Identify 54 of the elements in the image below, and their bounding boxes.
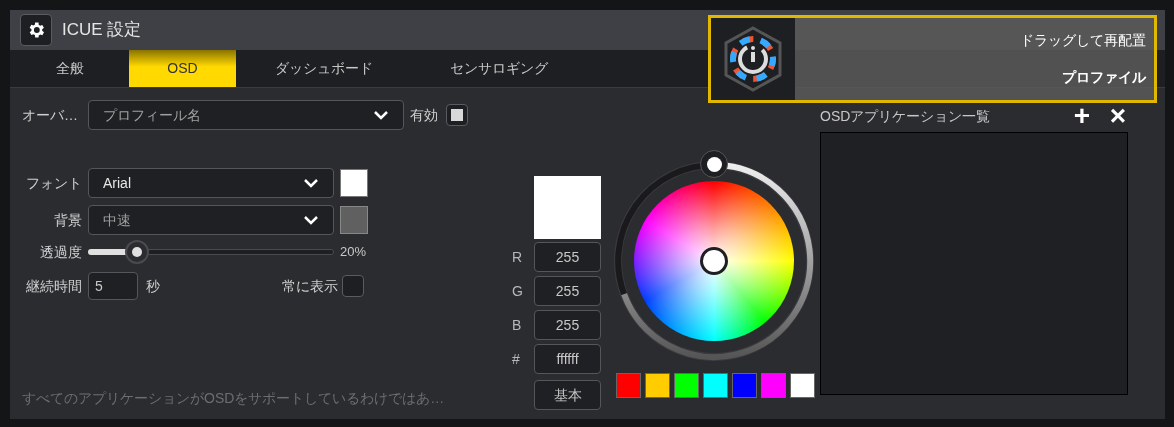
chevron-down-icon [373,110,389,120]
background-dropdown[interactable]: 中速 [88,205,334,235]
enabled-checkbox[interactable] [446,104,468,126]
field-label: 継続時間 [25,276,83,296]
color-value-input[interactable]: 255 [534,310,601,340]
channel-label: G [512,281,524,301]
channel-label: B [512,315,523,335]
brightness-thumb[interactable] [700,150,728,178]
color-swatch[interactable] [789,373,815,398]
unit-label: 秒 [146,276,160,296]
color-preview [534,176,601,239]
color-swatch[interactable] [731,373,757,398]
color-value-input[interactable]: 255 [534,276,601,306]
duration-input[interactable]: 5 [88,272,138,300]
color-swatch[interactable] [644,373,670,398]
tab[interactable]: センサロギング [411,50,586,87]
color-swatch[interactable] [673,373,699,398]
chevron-down-icon [303,215,319,225]
opacity-slider[interactable] [88,240,334,264]
profile-dropdown[interactable]: プロフィール名 [88,100,404,130]
font-color-swatch[interactable] [340,169,368,197]
color-value-input[interactable]: ffffff [534,344,601,374]
app-list-title: OSDアプリケーション一覧 [820,106,992,126]
opacity-value: 20% [340,243,367,262]
overlay-text: ドラッグして再配置 [1020,31,1146,50]
osd-overlay[interactable]: ドラッグして再配置 プロファイル [708,15,1157,103]
field-label: 背景 [53,210,83,230]
field-label: 常に表示 [282,276,338,296]
field-label: フォント [25,173,83,193]
slider-thumb[interactable] [125,240,150,264]
font-dropdown[interactable]: Arial [88,168,334,198]
app-logo-icon [722,26,784,92]
color-swatch[interactable] [760,373,786,398]
field-label: 有効 [410,105,438,125]
tab[interactable]: OSD [129,50,236,87]
window-title: ICUE 設定 [62,19,142,42]
settings-icon[interactable] [20,14,52,46]
tab[interactable]: ダッシュボード [236,50,411,87]
basic-button[interactable]: 基本 [534,380,601,410]
color-swatch[interactable] [615,373,641,398]
background-color-swatch[interactable] [340,206,368,234]
color-value-input[interactable]: 255 [534,242,601,272]
add-button[interactable]: + [1070,102,1094,130]
overlay-text: プロファイル [1062,68,1146,87]
always-show-checkbox[interactable] [342,275,364,297]
field-label: 透過度 [39,242,83,262]
tab[interactable]: 全般 [10,50,129,87]
close-button[interactable]: × [1106,102,1130,130]
color-swatch[interactable] [702,373,728,398]
color-wheel[interactable] [613,148,815,362]
channel-label: R [512,247,524,267]
chevron-down-icon [303,178,319,188]
field-label: オーバ… [22,105,79,125]
channel-label: # [512,349,521,369]
